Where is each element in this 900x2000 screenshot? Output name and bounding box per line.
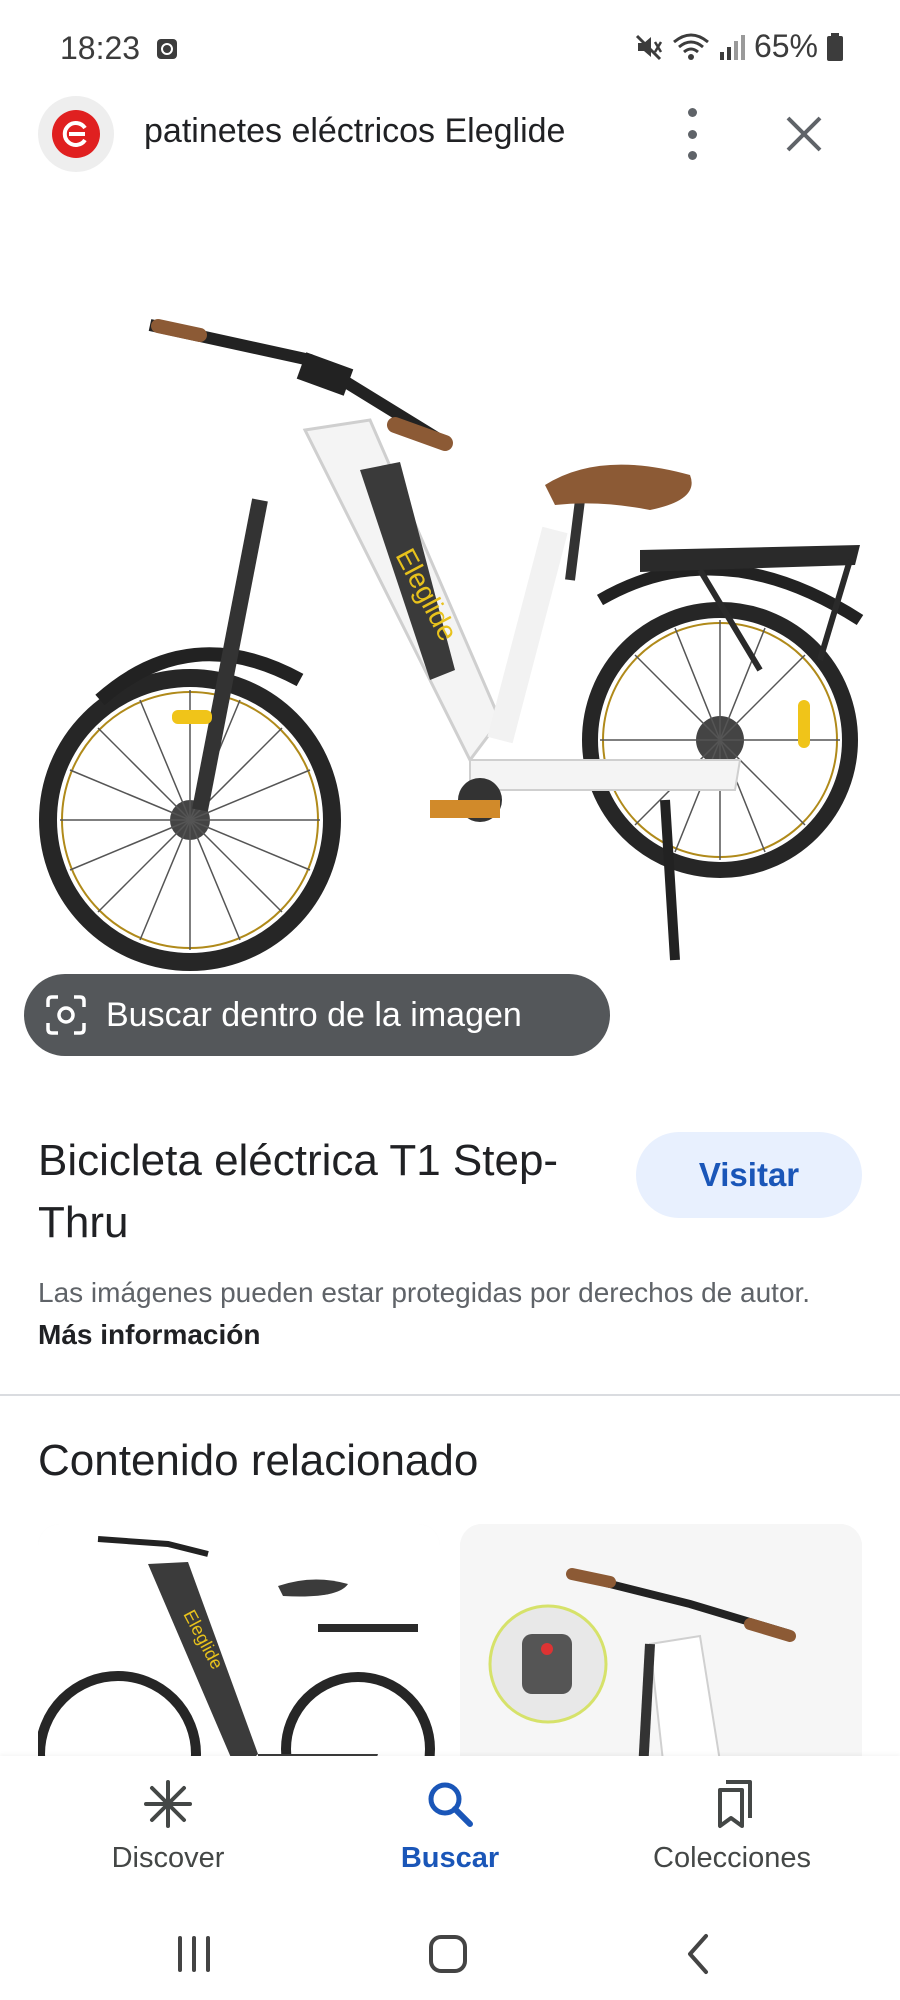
logo-e-icon	[62, 121, 87, 147]
more-vert-icon[interactable]	[672, 108, 712, 160]
nav-discover[interactable]: Discover	[48, 1776, 288, 1875]
lens-button-label: Buscar dentro de la imagen	[106, 995, 522, 1034]
recents-icon[interactable]	[164, 1926, 224, 1982]
product-title: Bicicleta eléctrica T1 Step-Thru	[38, 1136, 559, 1247]
wifi-icon	[673, 33, 709, 60]
nav-colecciones[interactable]: Colecciones	[612, 1776, 852, 1875]
collections-icon	[718, 1780, 752, 1828]
home-icon[interactable]	[418, 1926, 478, 1982]
system-navigation-bar	[0, 1906, 900, 2000]
nav-buscar-label: Buscar	[400, 1842, 500, 1874]
divider	[0, 1394, 900, 1396]
close-icon[interactable]	[778, 108, 830, 160]
discover-asterisk-icon	[144, 1780, 192, 1828]
site-logo-mark	[52, 110, 100, 158]
copyright-text: Las imágenes pueden estar protegidas por…	[38, 1277, 811, 1308]
search-inside-image-button[interactable]: Buscar dentro de la imagen	[24, 974, 610, 1056]
eleglide-logo-icon[interactable]	[38, 96, 114, 172]
nav-buscar[interactable]: Buscar	[330, 1776, 570, 1875]
ebike-illustration: Eleglide	[39, 319, 864, 971]
mute-icon	[635, 34, 663, 60]
battery-icon	[827, 32, 843, 61]
search-icon	[428, 1782, 473, 1827]
signal-icon	[719, 34, 745, 60]
battery-percent: 65%	[753, 28, 818, 64]
bottom-navigation: Discover Buscar Colecciones	[0, 1756, 900, 1906]
clock-alarm-icon	[157, 39, 177, 59]
status-icons: 65%	[634, 28, 844, 65]
nav-discover-label: Discover	[111, 1842, 225, 1874]
product-image[interactable]: Eleglide	[0, 200, 900, 1090]
back-icon[interactable]	[670, 1926, 730, 1982]
nav-colecciones-label: Colecciones	[653, 1842, 811, 1874]
lens-icon	[46, 995, 86, 1035]
more-info-link[interactable]: Más información	[38, 1319, 260, 1350]
visit-button[interactable]: Visitar	[636, 1132, 862, 1218]
page-title: patinetes eléctricos Eleglide	[144, 112, 566, 150]
status-time: 18:23	[60, 30, 141, 66]
copyright-notice: Las imágenes pueden estar protegidas por…	[38, 1272, 828, 1356]
related-content-heading: Contenido relacionado	[38, 1436, 479, 1485]
